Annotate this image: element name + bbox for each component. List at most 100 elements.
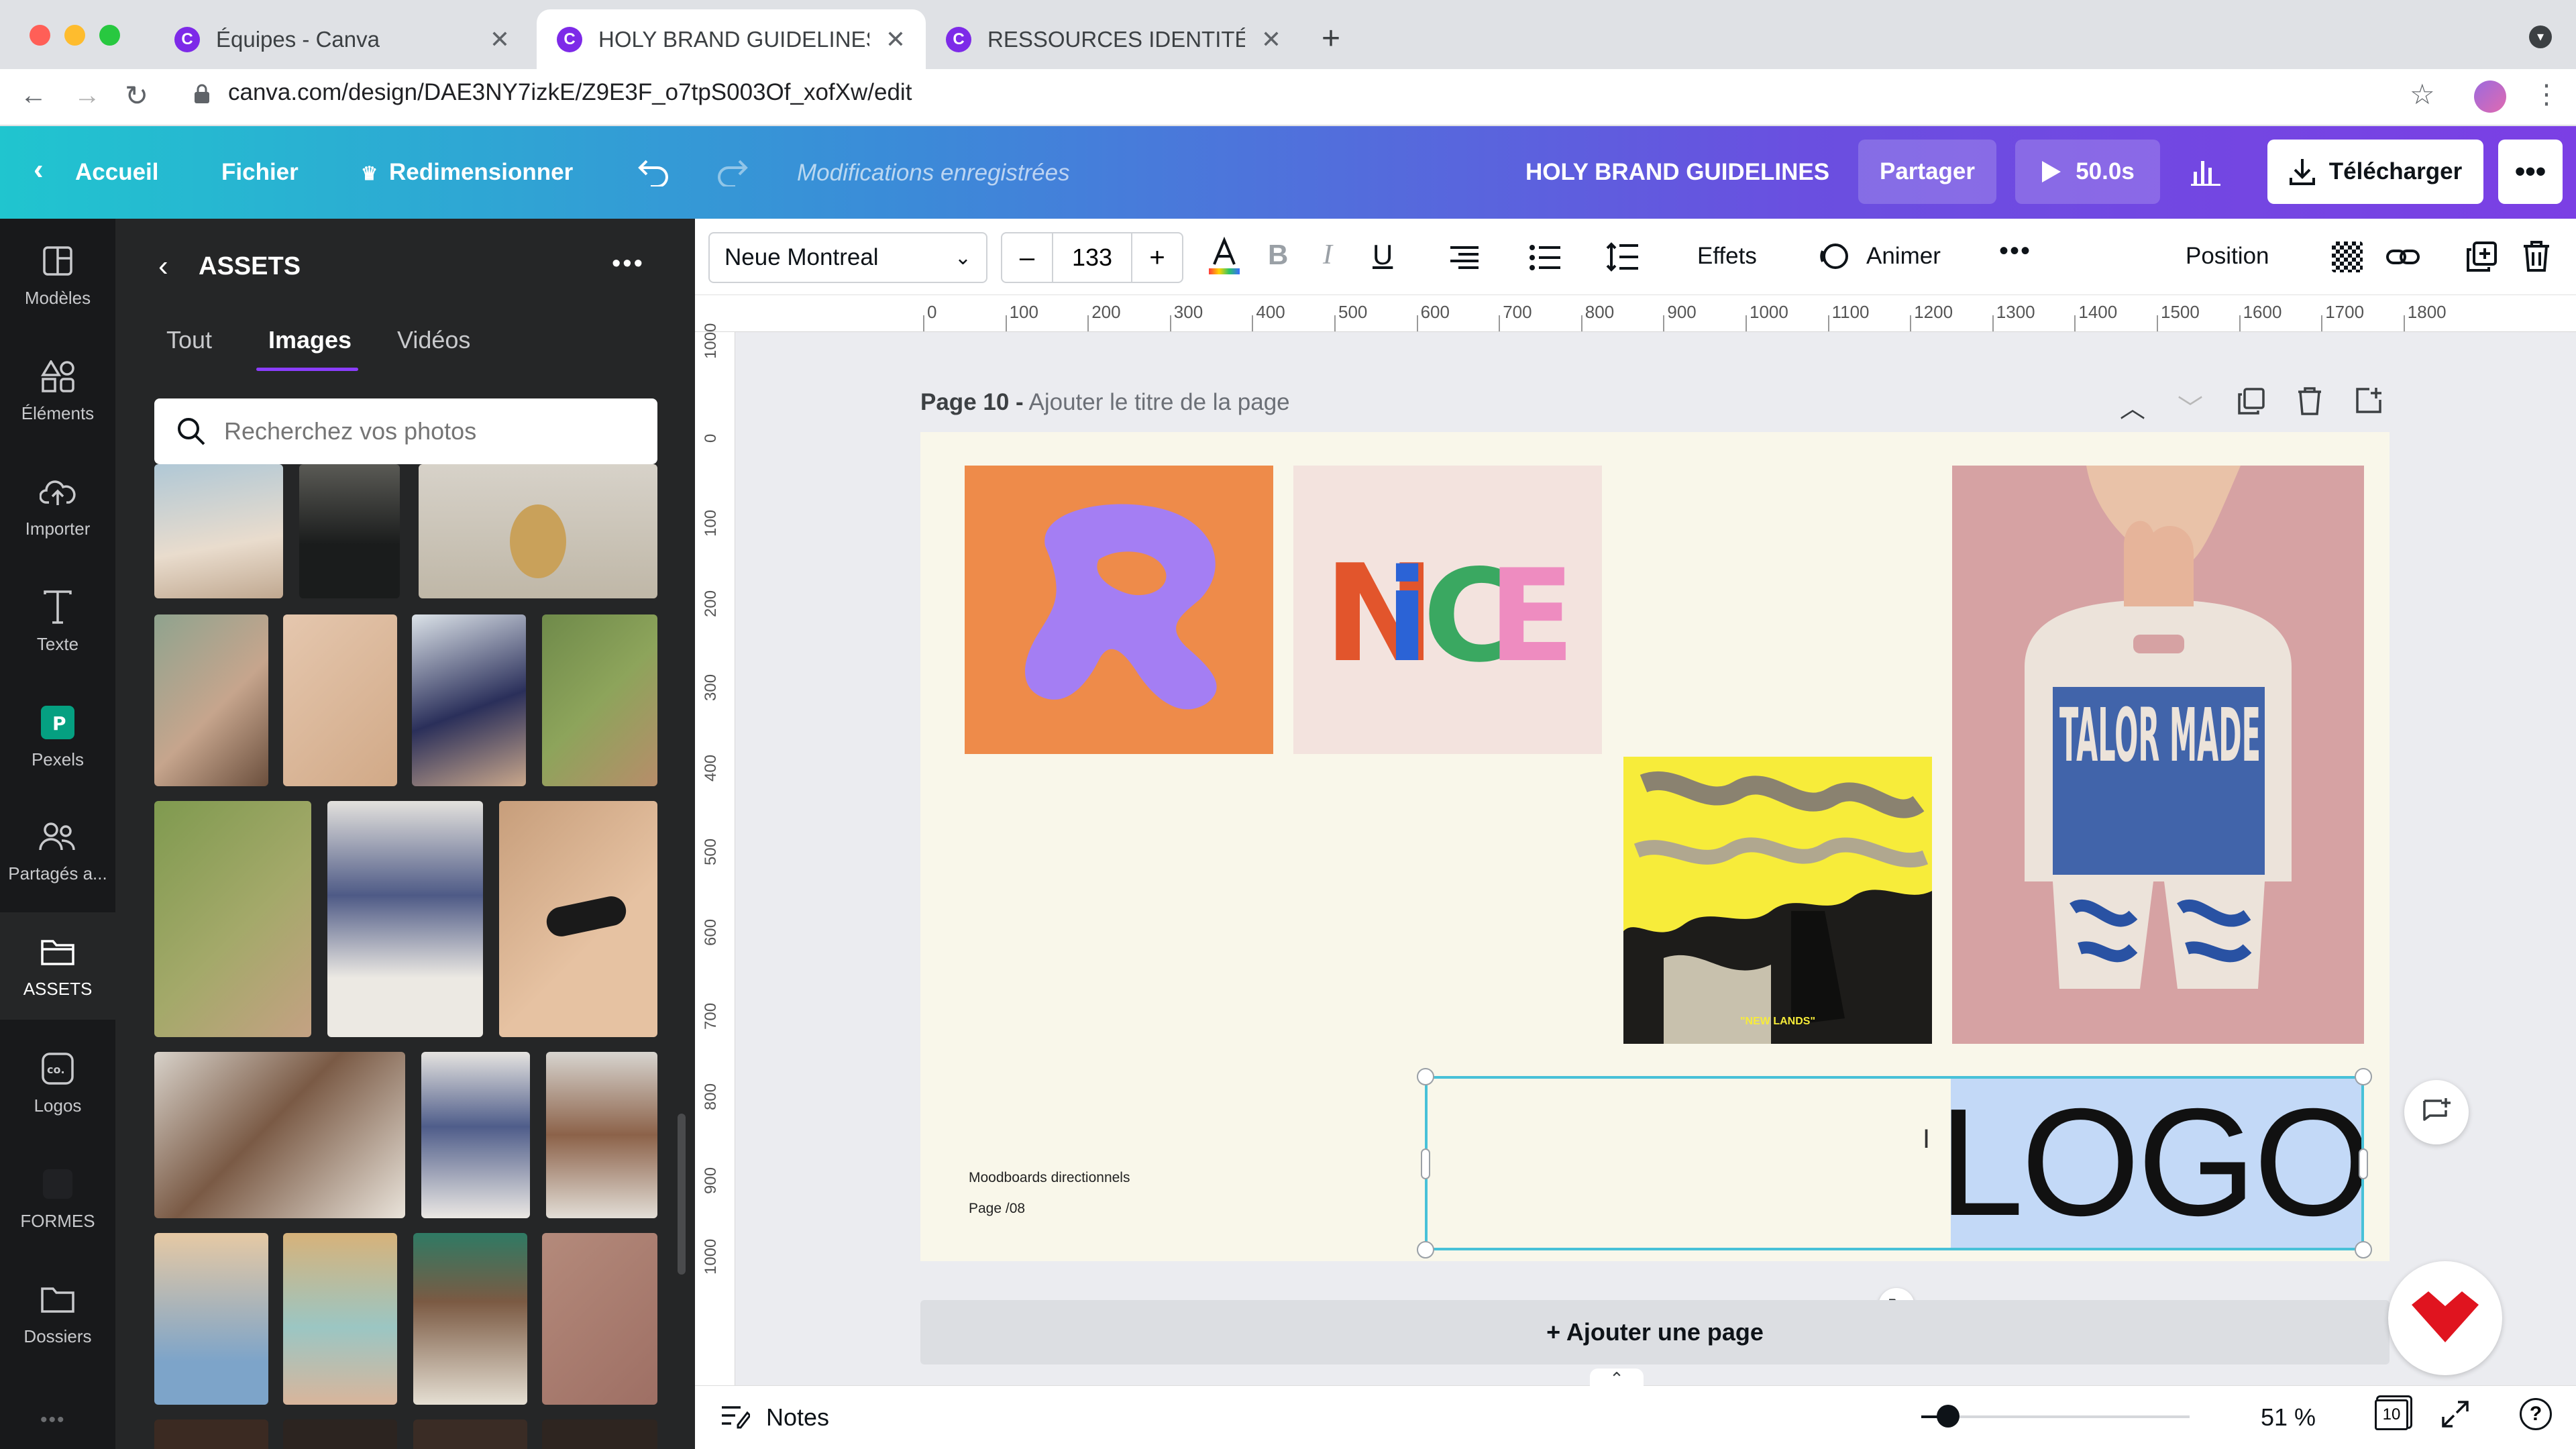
add-page-icon[interactable] <box>2355 386 2383 415</box>
new-lands-image[interactable]: "NEW LANDS" <box>1623 757 1932 1044</box>
image-thumbnail[interactable] <box>154 1233 268 1405</box>
resize-handle[interactable] <box>2355 1068 2372 1085</box>
back-icon[interactable]: ← <box>20 80 47 111</box>
image-thumbnail[interactable] <box>499 801 657 1037</box>
image-thumbnail[interactable] <box>421 1052 530 1218</box>
page-title-input[interactable]: Ajouter le titre de la page <box>1029 389 1290 415</box>
analytics-icon[interactable] <box>2190 157 2222 186</box>
more-options-button[interactable]: ••• <box>2498 140 2563 204</box>
browser-menu-icon[interactable]: ⋮ <box>2533 79 2560 110</box>
image-thumbnail[interactable] <box>154 614 268 786</box>
close-tab-icon[interactable]: ✕ <box>885 25 906 54</box>
nice-lettering-image[interactable]: N i C E <box>1293 466 1602 754</box>
resize-handle[interactable] <box>1417 1241 1434 1258</box>
tote-bag-image[interactable]: TALOR MADE <box>1952 466 2364 1044</box>
image-thumbnail[interactable] <box>283 1233 397 1405</box>
image-thumbnail[interactable] <box>542 1419 657 1449</box>
profile-avatar[interactable] <box>2474 80 2506 113</box>
more-tools-icon[interactable]: ••• <box>1999 236 2031 266</box>
resize-handle[interactable] <box>2355 1241 2372 1258</box>
r-letter-image[interactable] <box>965 466 1273 754</box>
image-thumbnail[interactable] <box>283 1419 397 1449</box>
page-number-caption[interactable]: Page /08 <box>969 1201 1025 1217</box>
position-button[interactable]: Position <box>2186 243 2269 270</box>
image-thumbnail[interactable] <box>542 614 657 786</box>
moodboard-caption[interactable]: Moodboards directionnels <box>969 1170 1130 1186</box>
trash-icon[interactable] <box>2522 240 2551 272</box>
animate-button[interactable]: Animer <box>1866 243 1941 270</box>
text-color-icon[interactable] <box>1206 236 1242 276</box>
rail-more-icon[interactable]: ••• <box>40 1409 66 1432</box>
photo-search-field[interactable] <box>154 398 657 464</box>
undo-icon[interactable] <box>637 156 672 186</box>
image-thumbnail[interactable] <box>413 1419 527 1449</box>
page-down-icon[interactable]: ﹀ <box>2178 388 2203 425</box>
image-thumbnail[interactable] <box>419 464 657 598</box>
resize-handle[interactable] <box>1417 1068 1434 1085</box>
chevron-left-icon[interactable]: ‹ <box>34 153 44 186</box>
decrease-size-button[interactable]: – <box>1002 233 1053 282</box>
back-chevron-icon[interactable]: ‹ <box>158 250 168 283</box>
image-thumbnail[interactable] <box>413 1233 527 1405</box>
rail-item-upload[interactable]: Importer <box>0 452 115 559</box>
font-size-stepper[interactable]: – 133 + <box>1001 232 1183 283</box>
add-comment-icon[interactable] <box>2404 1080 2469 1144</box>
page-up-icon[interactable]: ︿ <box>2120 388 2145 425</box>
browser-tab[interactable]: C Équipes - Canva ✕ <box>154 9 530 69</box>
rail-item-folders[interactable]: Dossiers <box>0 1260 115 1367</box>
underline-icon[interactable]: U <box>1373 239 1393 271</box>
present-button[interactable]: 50.0s <box>2015 140 2160 204</box>
image-thumbnail[interactable] <box>327 801 483 1037</box>
brand-logo-badge[interactable] <box>2388 1261 2502 1375</box>
home-link[interactable]: Accueil <box>75 159 159 186</box>
bookmark-star-icon[interactable]: ☆ <box>2410 78 2435 111</box>
font-size-value[interactable]: 133 <box>1053 244 1131 272</box>
image-thumbnail[interactable] <box>154 1419 268 1449</box>
resize-handle-side[interactable] <box>1421 1148 1430 1179</box>
search-input[interactable] <box>224 417 600 445</box>
close-tab-icon[interactable]: ✕ <box>1261 25 1281 54</box>
design-title[interactable]: HOLY BRAND GUIDELINES <box>1525 159 1829 186</box>
duplicate-icon[interactable] <box>2466 241 2497 272</box>
image-thumbnail[interactable] <box>546 1052 657 1218</box>
zoom-level[interactable]: 51 % <box>2261 1403 2316 1432</box>
download-button[interactable]: Télécharger <box>2267 140 2483 204</box>
notes-button[interactable]: Notes <box>766 1403 829 1432</box>
expand-notes-icon[interactable]: ⌃ <box>1590 1368 1644 1389</box>
increase-size-button[interactable]: + <box>1131 233 1182 282</box>
resize-handle-side[interactable] <box>2359 1148 2368 1179</box>
zoom-slider[interactable] <box>1921 1415 2190 1418</box>
image-thumbnail[interactable] <box>154 801 311 1037</box>
transparency-icon[interactable] <box>2332 241 2363 272</box>
resize-button[interactable]: Redimensionner <box>389 159 573 186</box>
image-thumbnail[interactable] <box>542 1233 657 1405</box>
file-menu[interactable]: Fichier <box>221 159 299 186</box>
font-family-select[interactable]: Neue Montreal ⌄ <box>708 232 987 283</box>
selection-box[interactable] <box>1425 1076 2364 1250</box>
new-tab-button[interactable]: + <box>1322 20 1340 57</box>
share-button[interactable]: Partager <box>1858 140 1996 204</box>
tab-videos[interactable]: Vidéos <box>397 326 470 354</box>
image-thumbnail[interactable] <box>412 614 526 786</box>
link-icon[interactable] <box>2385 244 2420 270</box>
add-page-button[interactable]: + Ajouter une page <box>920 1300 2390 1364</box>
panel-more-icon[interactable]: ••• <box>612 250 645 278</box>
page-count-button[interactable]: 10 <box>2375 1399 2408 1430</box>
tab-all[interactable]: Tout <box>166 326 212 354</box>
tab-search-icon[interactable]: ▾ <box>2529 25 2552 48</box>
italic-icon[interactable]: I <box>1323 239 1332 271</box>
tab-images[interactable]: Images <box>268 326 352 354</box>
rail-item-pexels[interactable]: P Pexels <box>0 683 115 790</box>
rail-item-templates[interactable]: Modèles <box>0 221 115 329</box>
image-thumbnail[interactable] <box>154 1052 405 1218</box>
delete-page-icon[interactable] <box>2297 386 2322 416</box>
rail-item-elements[interactable]: Éléments <box>0 337 115 444</box>
image-thumbnail[interactable] <box>154 464 283 598</box>
rail-item-text[interactable]: Texte <box>0 568 115 675</box>
browser-tab[interactable]: C RESSOURCES IDENTITÉ VISUE ✕ <box>926 9 1301 69</box>
panel-scrollbar[interactable] <box>678 1114 686 1275</box>
image-thumbnail[interactable] <box>299 464 400 598</box>
close-window-button[interactable] <box>30 25 50 46</box>
bold-icon[interactable]: B <box>1268 239 1288 271</box>
effects-button[interactable]: Effets <box>1697 243 1757 270</box>
